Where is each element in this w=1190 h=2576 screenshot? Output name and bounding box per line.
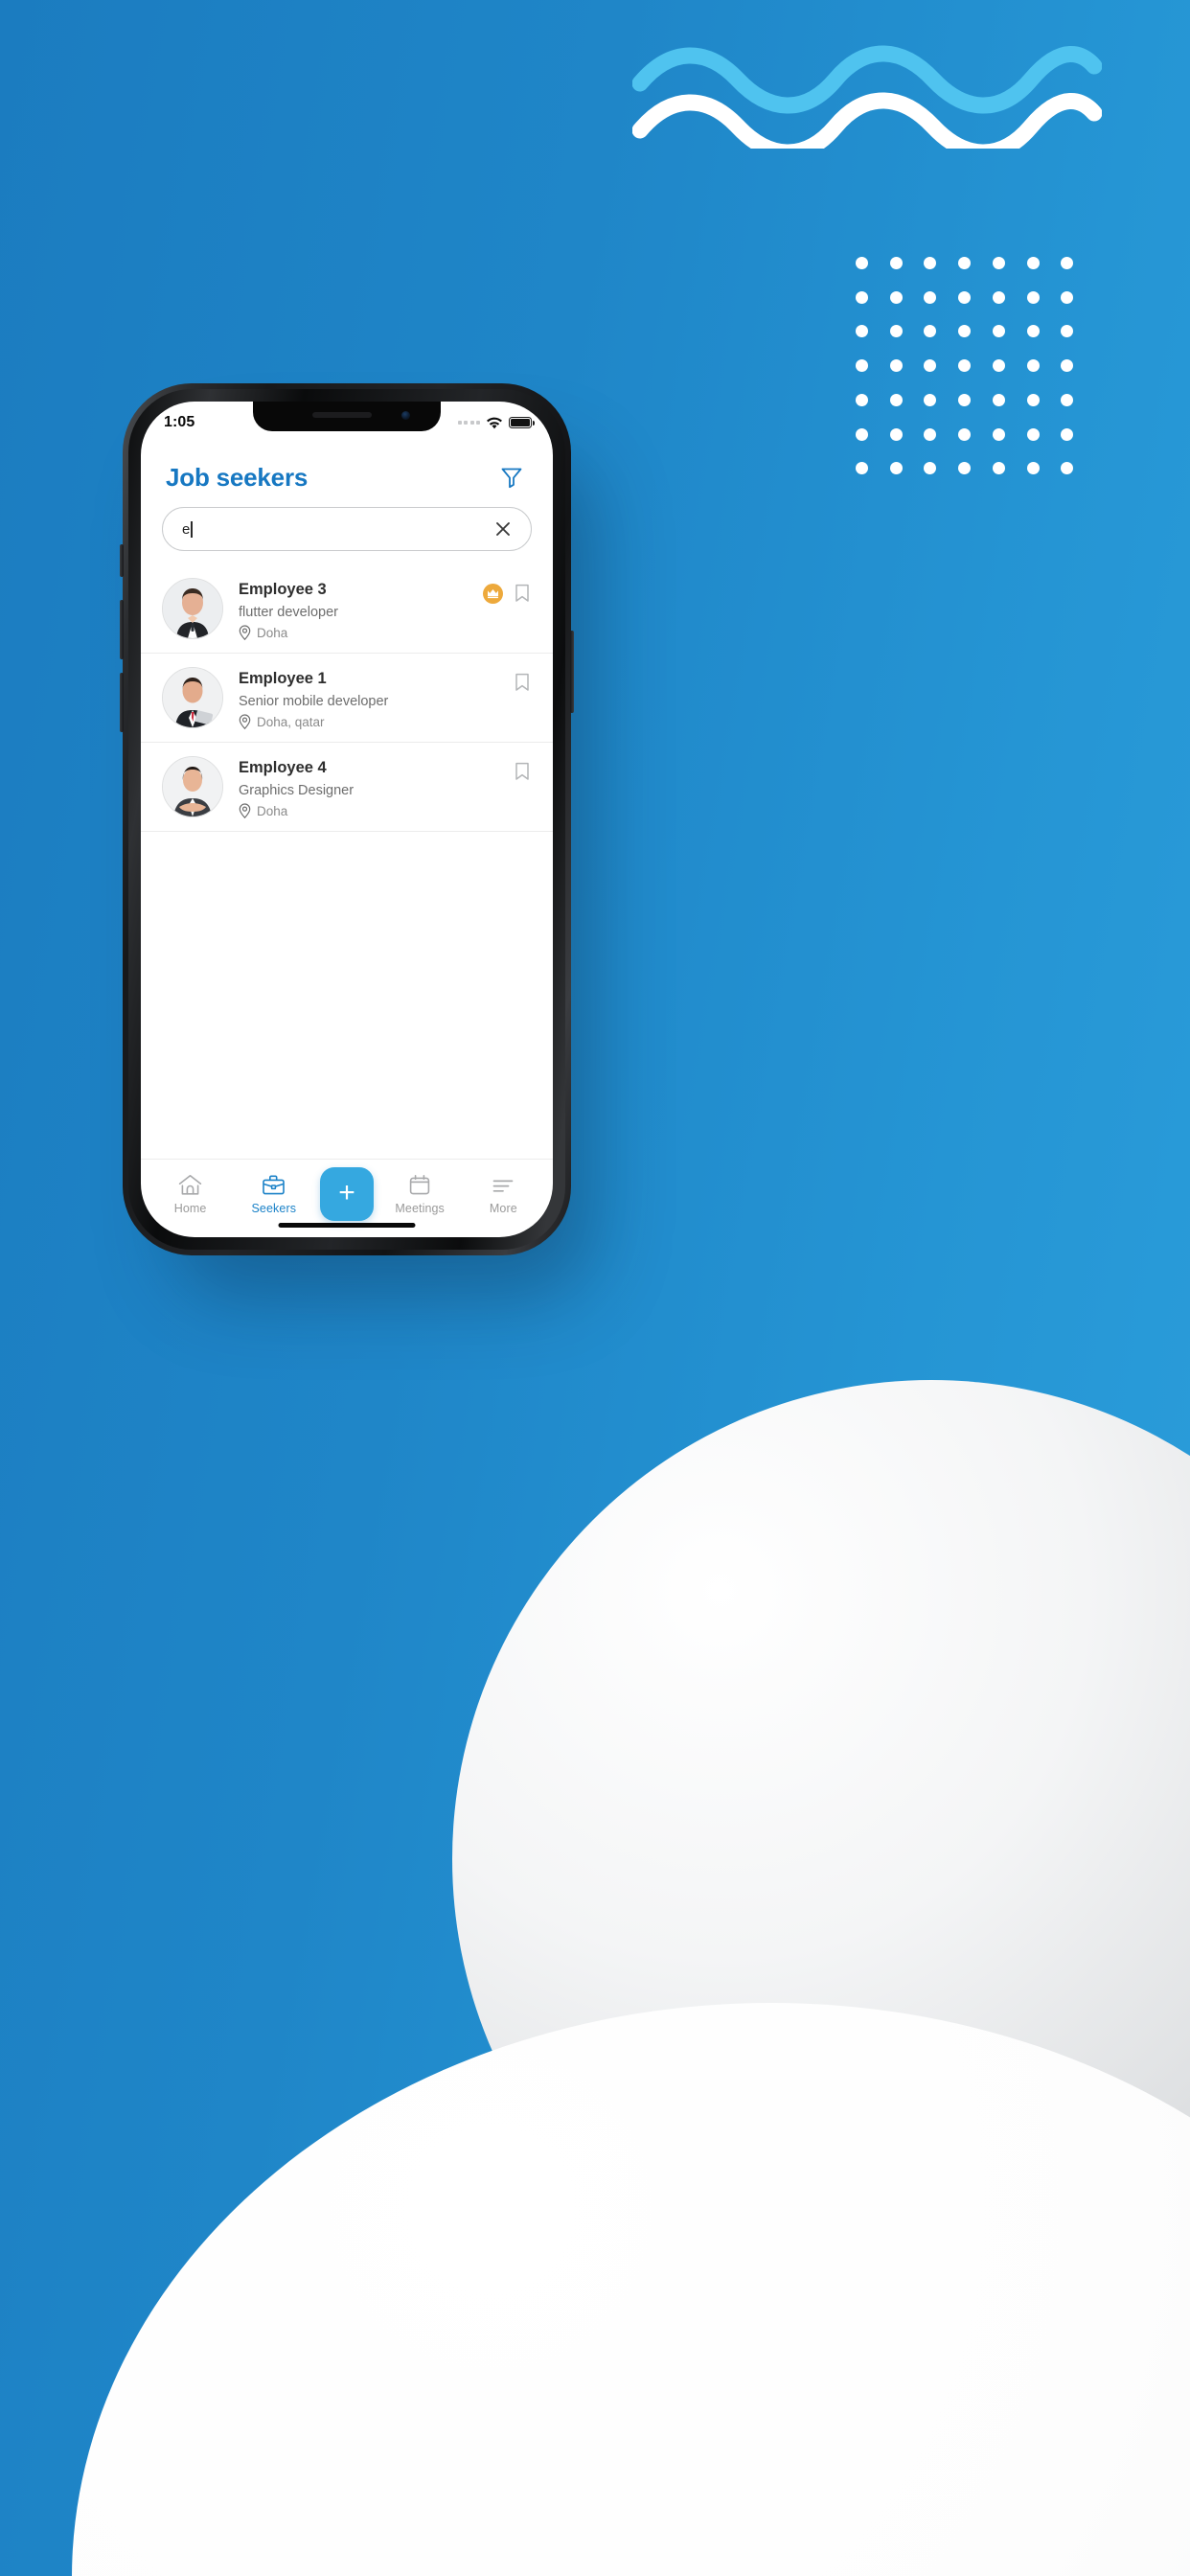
wave-decoration (632, 45, 1102, 149)
list-item[interactable]: Employee 4 Graphics Designer Doha (141, 742, 553, 833)
seeker-list: Employee 3 flutter developer Doha Employ… (141, 564, 553, 1159)
tab-home-label: Home (173, 1202, 207, 1215)
tab-seekers-label: Seekers (251, 1202, 297, 1215)
seeker-job-title: flutter developer (239, 604, 338, 620)
seeker-name: Employee 3 (239, 581, 327, 598)
tab-meetings[interactable]: Meetings (382, 1171, 457, 1215)
tab-home[interactable]: Home (153, 1171, 228, 1215)
phone-mockup: 1:05 Job seekers e Employee 3 flutter de… (120, 383, 574, 1255)
map-pin-icon (239, 714, 251, 730)
seeker-location: Doha (239, 803, 513, 819)
phone-notch (253, 402, 441, 431)
seeker-location-label: Doha (257, 803, 288, 818)
silent-switch (120, 544, 124, 577)
app-content: Job seekers e Employee 3 flutter develop… (141, 440, 553, 1237)
tab-meetings-label: Meetings (395, 1202, 445, 1215)
bookmark-outline-icon[interactable] (513, 583, 532, 604)
bookmark-outline-icon[interactable] (513, 761, 532, 782)
search-input-value: e (182, 520, 191, 538)
calendar-icon (408, 1171, 431, 1196)
add-button[interactable]: + (319, 1167, 374, 1221)
page-title: Job seekers (166, 462, 309, 492)
list-item[interactable]: Employee 1 Senior mobile developer Doha,… (141, 653, 553, 742)
power-button (570, 631, 574, 713)
crown-badge-icon (483, 583, 503, 604)
wifi-icon (487, 417, 502, 428)
phone-rim: 1:05 Job seekers e Employee 3 flutter de… (128, 389, 565, 1250)
avatar (162, 667, 223, 729)
earpiece-speaker (312, 412, 373, 418)
search-input[interactable]: e (162, 507, 532, 551)
tab-more[interactable]: More (466, 1171, 540, 1215)
seeker-name: Employee 4 (239, 759, 327, 777)
seeker-location: Doha, qatar (239, 714, 513, 730)
volume-down-button (120, 673, 124, 732)
avatar (162, 756, 223, 818)
text-cursor (191, 520, 193, 538)
signal-dots-icon (457, 421, 480, 425)
app-header: Job seekers (141, 440, 553, 497)
seeker-location: Doha (239, 625, 483, 641)
avatar (162, 578, 223, 639)
battery-full-icon (509, 417, 535, 428)
seeker-job-title: Senior mobile developer (239, 693, 389, 709)
background-blob-bottom (72, 2003, 1190, 2576)
search-section: e (141, 497, 553, 551)
close-x-icon[interactable] (492, 518, 514, 540)
front-camera (401, 411, 410, 420)
volume-up-button (120, 600, 124, 659)
seeker-name: Employee 1 (239, 670, 327, 688)
status-bar-time: 1:05 (164, 414, 195, 430)
home-indicator (278, 1223, 416, 1228)
phone-body: 1:05 Job seekers e Employee 3 flutter de… (120, 383, 574, 1255)
home-icon (178, 1171, 202, 1196)
bottom-navigation: Home Seekers + Meetings More (141, 1159, 553, 1237)
status-bar-indicators (457, 417, 535, 429)
dot-grid-decoration (856, 257, 1095, 496)
map-pin-icon (239, 803, 251, 819)
seeker-job-title: Graphics Designer (239, 782, 355, 798)
briefcase-icon (262, 1171, 286, 1196)
bookmark-outline-icon[interactable] (513, 672, 532, 693)
seeker-location-label: Doha, qatar (257, 714, 325, 729)
tab-more-label: More (489, 1202, 517, 1215)
map-pin-icon (239, 625, 251, 641)
phone-screen: 1:05 Job seekers e Employee 3 flutter de… (141, 402, 553, 1237)
menu-lines-icon (492, 1171, 515, 1196)
filter-funnel-icon[interactable] (495, 461, 528, 494)
seeker-location-label: Doha (257, 625, 288, 640)
tab-seekers[interactable]: Seekers (237, 1171, 311, 1215)
list-item[interactable]: Employee 3 flutter developer Doha (141, 564, 553, 653)
